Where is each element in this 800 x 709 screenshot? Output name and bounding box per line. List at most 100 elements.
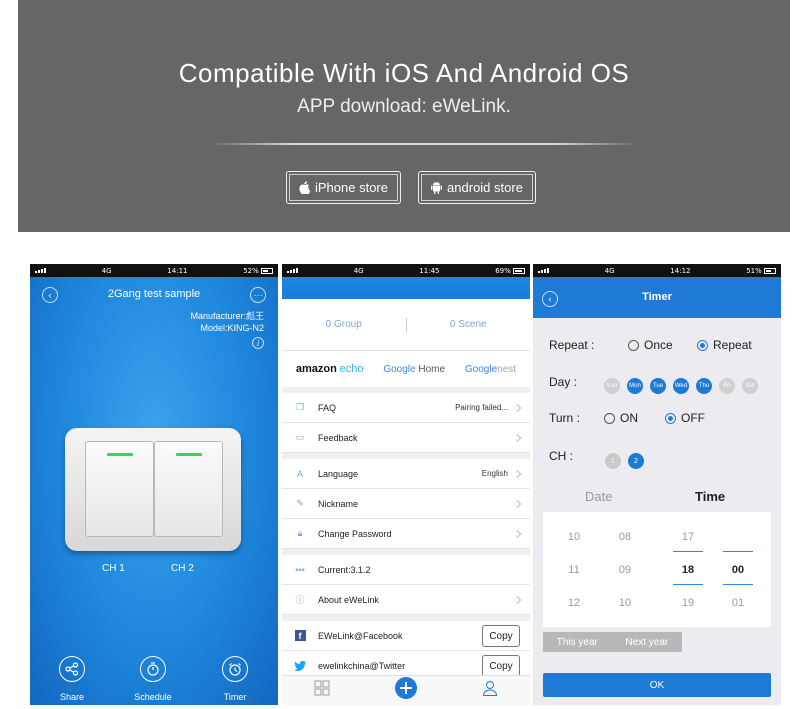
android-store-button[interactable]: android store bbox=[418, 171, 536, 204]
google-nest-logo[interactable]: Googlenest bbox=[465, 364, 516, 375]
faq-icon: ❐ bbox=[295, 402, 305, 412]
battery-icon bbox=[260, 267, 273, 274]
integration-logos: amazon echo Google Home Googlenest bbox=[282, 350, 530, 387]
switch-ch2[interactable] bbox=[154, 441, 223, 537]
chevron-right-icon bbox=[512, 529, 522, 538]
day-tue[interactable]: Tue bbox=[650, 378, 666, 394]
battery-percent: 69% bbox=[495, 266, 511, 275]
nickname-row[interactable]: ✎ Nickname bbox=[282, 489, 530, 519]
off-radio bbox=[665, 413, 676, 425]
chevron-right-icon bbox=[512, 403, 522, 412]
day-fri[interactable]: Fri bbox=[719, 378, 735, 394]
switch-plate bbox=[65, 428, 241, 551]
status-bar: 4G 14:11 52% bbox=[30, 264, 278, 277]
change-password-row[interactable]: 🔒︎ Change Password bbox=[282, 519, 530, 549]
twitter-label: ewelinkchina@Twitter bbox=[318, 660, 406, 671]
off-option[interactable]: OFF bbox=[665, 411, 705, 425]
date-time-picker[interactable]: 10 11 12 08 09 10 17 18 19 00 01 bbox=[543, 512, 771, 627]
switch-ch1[interactable] bbox=[85, 441, 154, 537]
user-icon[interactable] bbox=[482, 680, 498, 701]
apple-icon bbox=[299, 181, 310, 194]
day-wed[interactable]: Wed bbox=[673, 378, 689, 394]
schedule-icon[interactable] bbox=[140, 656, 166, 682]
language-label: Language bbox=[318, 468, 359, 479]
about-row[interactable]: ⓘ About eWeLink bbox=[282, 585, 530, 615]
iphone-store-button[interactable]: iPhone store bbox=[286, 171, 401, 204]
minute-selection-line bbox=[723, 551, 753, 552]
on-option[interactable]: ON bbox=[604, 411, 638, 425]
once-label: Once bbox=[644, 338, 673, 352]
phone-timer-screen: 4G 14:12 51% ‹ Timer Repeat : Once Repea… bbox=[533, 264, 781, 705]
home-text: Home bbox=[418, 363, 446, 375]
ch-option-2[interactable]: 2 bbox=[628, 453, 644, 469]
ch1-label: CH 1 bbox=[102, 563, 125, 574]
language-row[interactable]: A Language English bbox=[282, 459, 530, 489]
amazon-echo-logo[interactable]: amazon echo bbox=[296, 363, 364, 375]
google-home-logo[interactable]: Google Home bbox=[383, 364, 445, 375]
this-year-button[interactable]: This year bbox=[557, 637, 598, 648]
copy-twitter-button[interactable]: Copy bbox=[482, 655, 520, 677]
google-text: Google bbox=[464, 363, 498, 375]
battery-percent: 52% bbox=[243, 266, 259, 275]
faq-label: FAQ bbox=[318, 402, 337, 413]
status-bar: 4G 14:12 51% bbox=[533, 264, 781, 277]
repeat-option[interactable]: Repeat bbox=[697, 338, 752, 352]
banner-title: Compatible With iOS And Android OS bbox=[178, 58, 630, 88]
ch2-label: CH 2 bbox=[171, 563, 194, 574]
faq-row[interactable]: ❐ FAQ Pairing failed... bbox=[282, 393, 530, 423]
chevron-right-icon bbox=[512, 469, 522, 478]
language-icon: A bbox=[296, 468, 303, 479]
lock-icon: 🔒︎ bbox=[297, 528, 303, 538]
ok-button[interactable]: OK bbox=[543, 673, 771, 697]
date-col1-item: 12 bbox=[567, 597, 581, 609]
info-icon: ⓘ bbox=[295, 595, 305, 605]
minute-item: 01 bbox=[731, 597, 745, 609]
date-header: Date bbox=[585, 489, 613, 504]
carrier-label: 4G bbox=[101, 266, 112, 275]
minute-selection-line bbox=[723, 584, 753, 585]
about-label: About eWeLink bbox=[318, 594, 379, 605]
nickname-icon: ✎ bbox=[296, 498, 304, 508]
chevron-right-icon bbox=[512, 595, 522, 604]
info-icon[interactable]: i bbox=[252, 337, 264, 349]
add-icon[interactable] bbox=[394, 676, 418, 705]
share-icon[interactable] bbox=[59, 656, 85, 682]
timer-icon[interactable] bbox=[222, 656, 248, 682]
phone-switch-screen: 4G 14:11 52% ‹ 2Gang test sample ··· Man… bbox=[30, 264, 278, 705]
ch-option-1[interactable]: 1 bbox=[605, 453, 621, 469]
minute-selected: 00 bbox=[731, 564, 745, 576]
clock: 11:45 bbox=[419, 266, 440, 275]
ellipsis-icon: ••• bbox=[295, 564, 305, 575]
day-mon[interactable]: Mon bbox=[627, 378, 643, 394]
group-scene-tabs: 0 Group 0 Scene bbox=[282, 299, 530, 350]
banner-subtitle: APP download: eWeLink. bbox=[297, 96, 511, 117]
ch2-led-indicator bbox=[176, 453, 202, 456]
change-password-label: Change Password bbox=[318, 528, 392, 539]
day-sun[interactable]: Sun bbox=[604, 378, 620, 394]
status-bar: 4G 11:45 69% bbox=[282, 264, 530, 277]
year-selector: This year Next year bbox=[543, 632, 682, 652]
carrier-label: 4G bbox=[604, 266, 615, 275]
faq-value: Pairing failed... bbox=[455, 403, 508, 412]
android-store-label: android store bbox=[447, 180, 523, 195]
repeat-label: Repeat : bbox=[549, 338, 595, 352]
more-icon[interactable]: ··· bbox=[250, 287, 266, 303]
signal-icon bbox=[287, 268, 298, 273]
next-year-button[interactable]: Next year bbox=[625, 637, 668, 648]
battery-percent: 51% bbox=[746, 266, 762, 275]
group-tab[interactable]: 0 Group bbox=[282, 319, 406, 330]
hour-selected: 18 bbox=[681, 564, 695, 576]
banner: Compatible With iOS And Android OS APP d… bbox=[18, 0, 790, 232]
once-option[interactable]: Once bbox=[628, 338, 673, 352]
grid-icon[interactable] bbox=[314, 680, 330, 701]
copy-facebook-button[interactable]: Copy bbox=[482, 625, 520, 647]
day-thu[interactable]: Thu bbox=[696, 378, 712, 394]
hour-item: 17 bbox=[681, 531, 695, 543]
feedback-row[interactable]: ▭ Feedback bbox=[282, 423, 530, 453]
echo-text: echo bbox=[339, 363, 364, 375]
day-sat[interactable]: Sat bbox=[742, 378, 758, 394]
scene-tab[interactable]: 0 Scene bbox=[407, 319, 531, 330]
carrier-label: 4G bbox=[353, 266, 364, 275]
turn-label: Turn : bbox=[549, 411, 580, 425]
iphone-store-label: iPhone store bbox=[315, 180, 388, 195]
